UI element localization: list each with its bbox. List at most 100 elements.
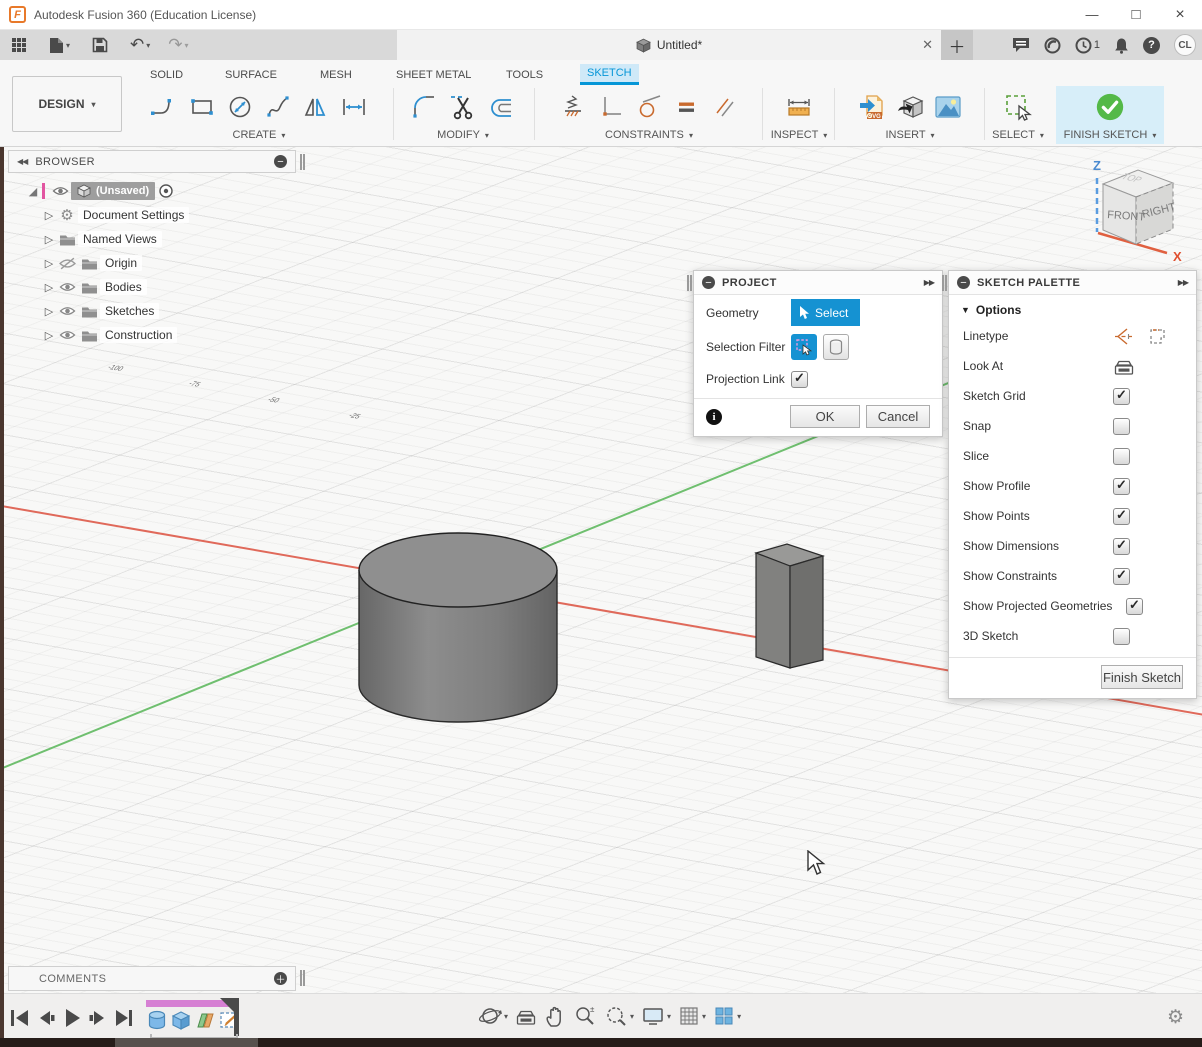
visibility-eye-icon[interactable] bbox=[49, 185, 71, 197]
browser-header[interactable]: ◀◀ BROWSER − bbox=[8, 150, 296, 173]
expand-chevrons-icon[interactable]: ▶▶ bbox=[924, 278, 934, 287]
tree-row-bodies[interactable]: ▷ Bodies bbox=[8, 275, 296, 299]
collapsed-triangle-icon[interactable]: ▷ bbox=[42, 209, 56, 222]
visibility-eye-icon[interactable] bbox=[56, 305, 78, 317]
comments-bar[interactable]: COMMENTS ＋ bbox=[8, 966, 296, 991]
timeline-feature-cylinder[interactable] bbox=[146, 1009, 168, 1032]
dialog-collapse-icon[interactable]: − bbox=[702, 276, 715, 289]
insert-svg-tool[interactable]: SVG bbox=[856, 89, 888, 125]
modify-fillet-tool[interactable] bbox=[409, 89, 441, 125]
user-avatar[interactable]: CL bbox=[1174, 34, 1196, 56]
app-grid-menu-button[interactable] bbox=[4, 30, 34, 60]
filter-bodies-button[interactable] bbox=[823, 334, 849, 360]
snap-checkbox[interactable] bbox=[1113, 418, 1130, 435]
tab-mesh[interactable]: MESH bbox=[313, 64, 359, 85]
collapsed-triangle-icon[interactable]: ▷ bbox=[42, 305, 56, 318]
zoom-button[interactable]: ± bbox=[573, 1004, 597, 1028]
comments-drag-grip[interactable] bbox=[300, 970, 305, 986]
root-document-item[interactable]: (Unsaved) bbox=[71, 182, 155, 200]
create-dimension-tool[interactable] bbox=[338, 89, 370, 125]
show-points-checkbox[interactable] bbox=[1113, 508, 1130, 525]
tab-sheet-metal[interactable]: SHEET METAL bbox=[389, 64, 478, 85]
finish-sketch-button[interactable] bbox=[1094, 89, 1126, 125]
tree-row-origin[interactable]: ▷ Origin bbox=[8, 251, 296, 275]
look-at-icon[interactable] bbox=[1113, 357, 1135, 376]
slice-checkbox[interactable] bbox=[1113, 448, 1130, 465]
viewports-button[interactable]: ▾ bbox=[713, 1005, 741, 1027]
centerline-linetype-icon[interactable] bbox=[1113, 326, 1134, 347]
activate-radio-icon[interactable] bbox=[155, 183, 177, 199]
orbit-button[interactable]: ▾ bbox=[478, 1004, 508, 1028]
grid-snap-button[interactable]: ▾ bbox=[678, 1005, 706, 1027]
viewcube[interactable]: TOP FRONT RIGHT Z X bbox=[1083, 156, 1201, 268]
go-to-start-button[interactable] bbox=[8, 1006, 31, 1030]
create-mirror-tool[interactable] bbox=[300, 89, 332, 125]
show-dimensions-checkbox[interactable] bbox=[1113, 538, 1130, 555]
notifications-button[interactable]: 1 bbox=[1075, 37, 1100, 54]
create-line-tool[interactable] bbox=[148, 89, 180, 125]
minimize-button[interactable]: — bbox=[1070, 0, 1114, 30]
tree-row-construction[interactable]: ▷ Construction bbox=[8, 323, 296, 347]
step-back-button[interactable] bbox=[34, 1006, 57, 1030]
create-dropdown[interactable]: CREATE ▾ bbox=[128, 129, 390, 141]
timeline-feature-box[interactable] bbox=[170, 1009, 192, 1032]
comments-toolbar-button[interactable] bbox=[1012, 37, 1030, 53]
select-tool[interactable] bbox=[1002, 89, 1034, 125]
tab-sketch[interactable]: SKETCH bbox=[580, 64, 639, 85]
construction-linetype-icon[interactable] bbox=[1147, 326, 1168, 347]
box-right-face[interactable] bbox=[790, 556, 823, 668]
browser-minimize-icon[interactable]: − bbox=[274, 155, 287, 168]
constraint-parallel-tool[interactable] bbox=[709, 89, 741, 125]
create-rectangle-tool[interactable] bbox=[186, 89, 218, 125]
show-constraints-checkbox[interactable] bbox=[1113, 568, 1130, 585]
filter-specified-entities-button[interactable] bbox=[791, 334, 817, 360]
tree-row-named-views[interactable]: ▷ Named Views bbox=[8, 227, 296, 251]
visibility-eye-icon[interactable] bbox=[56, 329, 78, 341]
options-section-header[interactable]: ▼ Options bbox=[949, 295, 1196, 321]
look-at-button[interactable] bbox=[515, 1007, 537, 1026]
tree-row-document-settings[interactable]: ▷ ⚙ Document Settings bbox=[8, 203, 296, 227]
constraint-perpendicular-tool[interactable] bbox=[595, 89, 627, 125]
tab-solid[interactable]: SOLID bbox=[143, 64, 190, 85]
cylinder-top-face[interactable] bbox=[359, 533, 557, 607]
inspect-dropdown[interactable]: INSPECT ▾ bbox=[768, 129, 830, 141]
tree-row-root[interactable]: ◢ (Unsaved) bbox=[8, 179, 296, 203]
finish-sketch-dropdown[interactable]: FINISH SKETCH ▾ bbox=[1056, 129, 1164, 141]
modify-trim-tool[interactable] bbox=[447, 89, 479, 125]
new-tab-button[interactable]: ＋ bbox=[941, 30, 973, 60]
constraint-fixed-tool[interactable] bbox=[557, 89, 589, 125]
constraints-dropdown[interactable]: CONSTRAINTS ▾ bbox=[540, 129, 758, 141]
cancel-button[interactable]: Cancel bbox=[866, 405, 930, 428]
alerts-button[interactable] bbox=[1114, 37, 1129, 54]
inspect-measure-tool[interactable] bbox=[783, 89, 815, 125]
constraint-tangent-tool[interactable] bbox=[633, 89, 665, 125]
show-projected-geometries-checkbox[interactable] bbox=[1126, 598, 1143, 615]
visibility-eye-icon[interactable] bbox=[56, 281, 78, 293]
help-button[interactable]: ? bbox=[1143, 37, 1160, 54]
collapsed-triangle-icon[interactable]: ▷ bbox=[42, 329, 56, 342]
select-dropdown[interactable]: SELECT ▾ bbox=[988, 129, 1048, 141]
create-spline-tool[interactable] bbox=[262, 89, 294, 125]
step-forward-button[interactable] bbox=[86, 1006, 109, 1030]
constraint-equal-tool[interactable] bbox=[671, 89, 703, 125]
collapse-panel-icon[interactable]: ◀◀ bbox=[17, 157, 27, 166]
expanded-triangle-icon[interactable]: ◢ bbox=[26, 185, 40, 198]
add-comment-icon[interactable]: ＋ bbox=[274, 972, 287, 985]
finish-sketch-palette-button[interactable]: Finish Sketch bbox=[1101, 665, 1183, 689]
tab-surface[interactable]: SURFACE bbox=[218, 64, 284, 85]
3d-sketch-checkbox[interactable] bbox=[1113, 628, 1130, 645]
project-dialog-header[interactable]: − PROJECT ▶▶ bbox=[694, 271, 942, 295]
insert-dropdown[interactable]: INSERT ▾ bbox=[842, 129, 978, 141]
tab-tools[interactable]: TOOLS bbox=[499, 64, 550, 85]
redo-button[interactable]: ↷▾ bbox=[161, 30, 195, 60]
play-button[interactable] bbox=[60, 1006, 83, 1030]
eye-hidden-icon[interactable] bbox=[56, 257, 78, 270]
browser-drag-grip[interactable] bbox=[300, 154, 305, 170]
display-settings-button[interactable]: ▾ bbox=[641, 1005, 671, 1027]
show-profile-checkbox[interactable] bbox=[1113, 478, 1130, 495]
geometry-select-button[interactable]: Select bbox=[791, 299, 860, 326]
timeline-playhead-flag[interactable] bbox=[220, 998, 234, 1012]
timeline-feature-planes[interactable] bbox=[194, 1009, 216, 1032]
close-button[interactable]: × bbox=[1158, 0, 1202, 30]
palette-collapse-icon[interactable]: − bbox=[957, 276, 970, 289]
